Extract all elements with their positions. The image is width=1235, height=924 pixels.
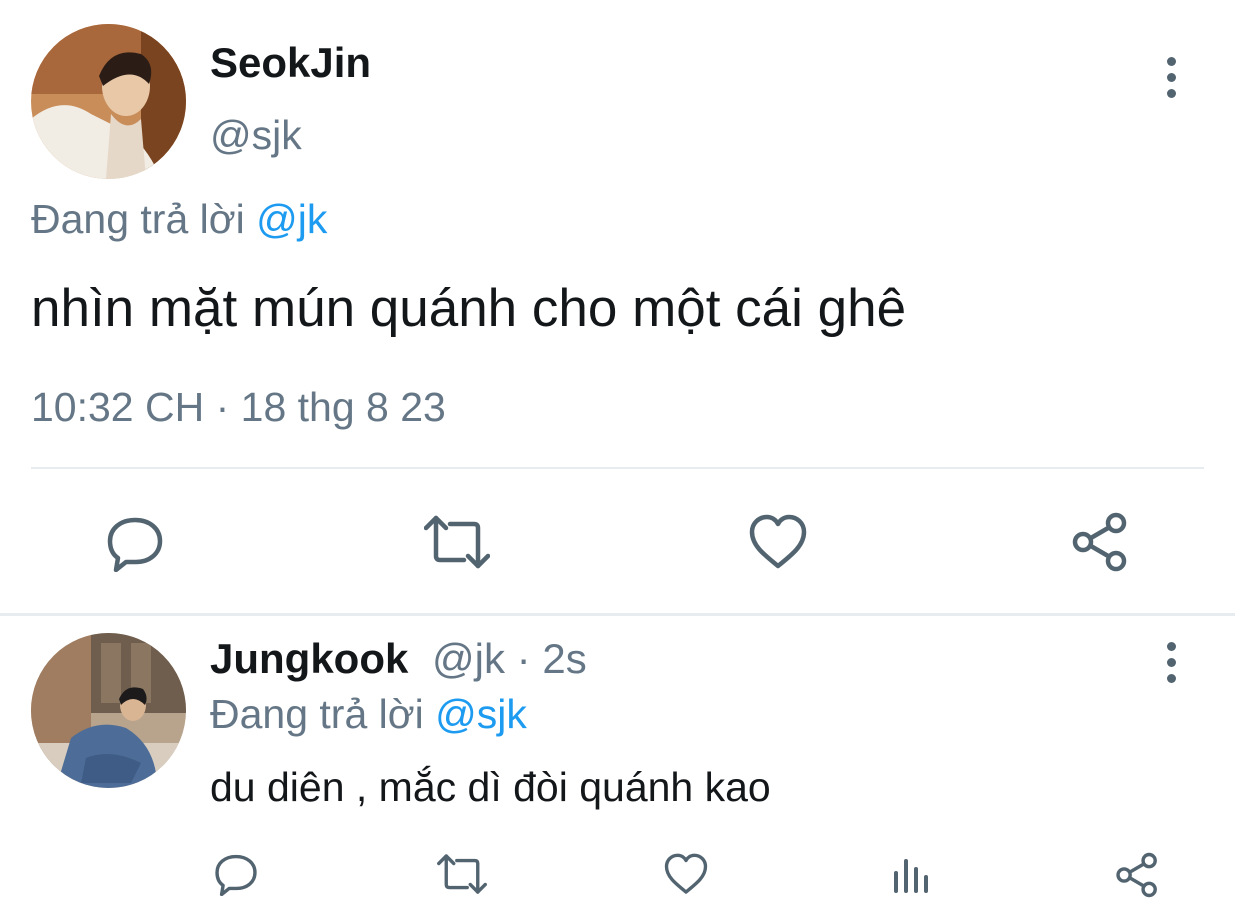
reply-icon bbox=[215, 854, 257, 896]
like-icon bbox=[749, 514, 807, 569]
more-dot bbox=[1166, 674, 1176, 683]
reply-text: du diên , mắc dì đòi quánh kao bbox=[210, 764, 771, 810]
reply-share-button[interactable] bbox=[1115, 852, 1159, 898]
reply-views-button[interactable] bbox=[892, 855, 932, 895]
divider bbox=[31, 467, 1204, 469]
more-options-icon[interactable] bbox=[1159, 642, 1183, 683]
avatar-jungkook[interactable] bbox=[31, 633, 186, 788]
handle[interactable]: @sjk bbox=[210, 110, 302, 160]
replying-to-handle[interactable]: @jk bbox=[256, 196, 327, 242]
retweet-icon bbox=[437, 854, 487, 894]
reply-handle[interactable]: @jk bbox=[432, 635, 505, 682]
share-icon bbox=[1072, 512, 1127, 572]
reply-header: Jungkook @jk · 2s bbox=[210, 634, 587, 684]
reply-icon bbox=[107, 517, 163, 572]
retweet-button[interactable] bbox=[424, 514, 490, 570]
share-icon bbox=[1116, 852, 1157, 898]
section-separator bbox=[0, 613, 1235, 616]
more-dot bbox=[1166, 73, 1176, 82]
reply-reply-button[interactable] bbox=[214, 852, 258, 896]
like-icon bbox=[664, 853, 708, 894]
more-dot bbox=[1166, 57, 1176, 66]
reply-display-name[interactable]: Jungkook bbox=[210, 635, 408, 682]
tweet-text: nhìn mặt mún quánh cho một cái ghê bbox=[31, 279, 907, 338]
retweet-icon bbox=[424, 515, 490, 569]
share-button[interactable] bbox=[1071, 512, 1129, 572]
reply-time-ago[interactable]: 2s bbox=[542, 635, 586, 682]
tweet-timestamp[interactable]: 10:32 CH · 18 thg 8 23 bbox=[31, 382, 446, 432]
reply-like-button[interactable] bbox=[664, 853, 708, 895]
more-options-icon[interactable] bbox=[1159, 57, 1183, 98]
like-button[interactable] bbox=[749, 514, 807, 570]
views-icon bbox=[894, 859, 928, 893]
more-dot bbox=[1166, 642, 1176, 651]
reply-separator: · bbox=[516, 635, 531, 682]
replying-to-label: Đang trả lời bbox=[31, 196, 245, 242]
reply-replying-to-handle[interactable]: @sjk bbox=[435, 691, 527, 737]
reply-retweet-button[interactable] bbox=[437, 853, 487, 895]
reply-replying-to: Đang trả lời @sjk bbox=[210, 689, 527, 739]
reply-button[interactable] bbox=[106, 514, 164, 572]
replying-to: Đang trả lời @jk bbox=[31, 194, 327, 244]
reply-replying-to-label: Đang trả lời bbox=[210, 691, 424, 737]
more-dot bbox=[1166, 89, 1176, 98]
display-name[interactable]: SeokJin bbox=[210, 38, 371, 88]
avatar-seokjin[interactable] bbox=[31, 24, 186, 179]
more-dot bbox=[1166, 658, 1176, 667]
